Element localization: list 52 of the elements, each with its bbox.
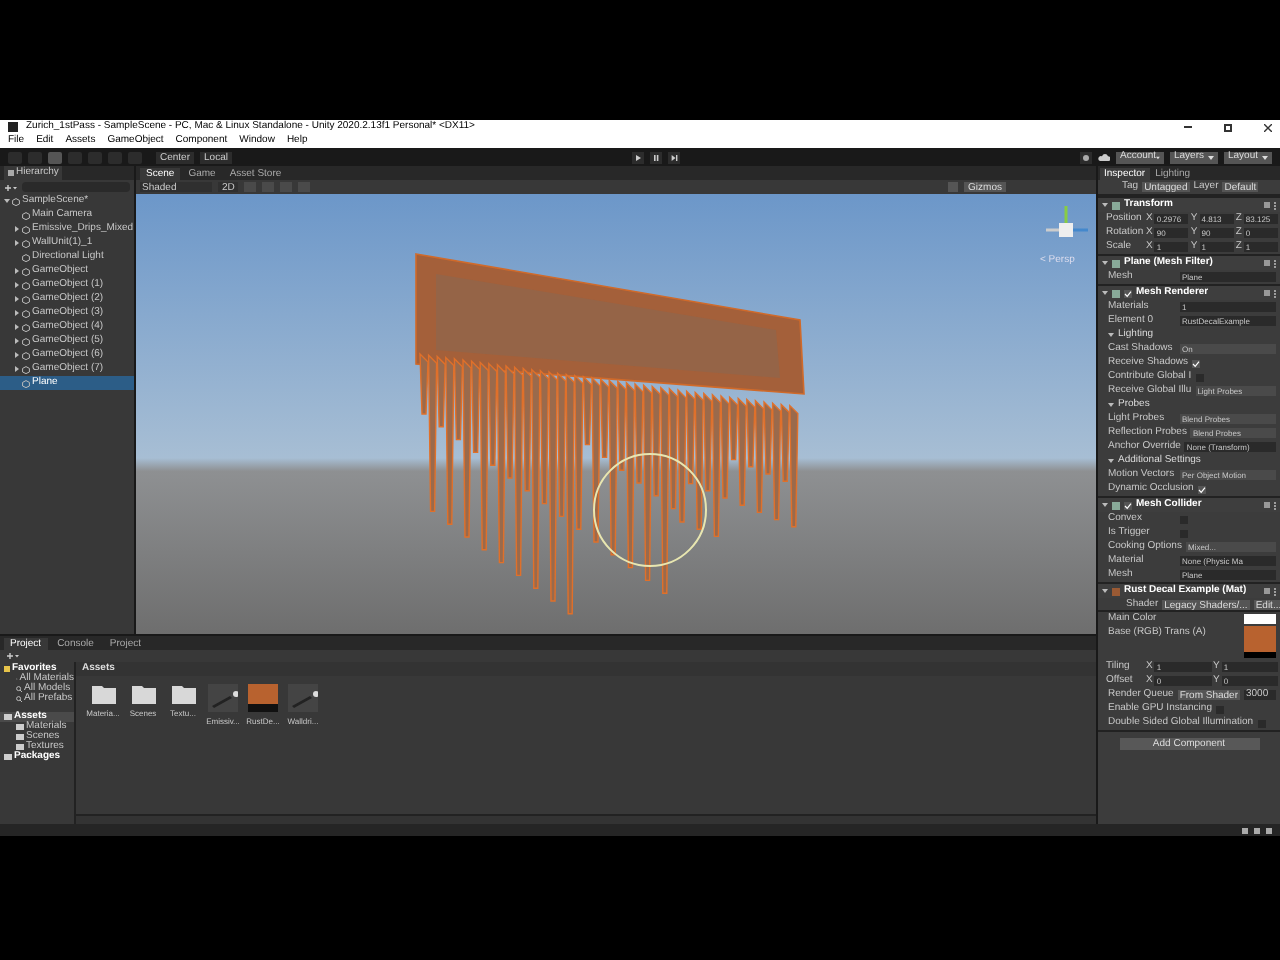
foldout-arrow-icon[interactable] (1102, 202, 1108, 208)
expand-arrow-icon[interactable] (14, 324, 20, 330)
foldout-arrow-icon[interactable] (1102, 502, 1108, 508)
close-icon[interactable] (1264, 123, 1272, 131)
expand-arrow-icon[interactable] (14, 226, 20, 232)
maximize-icon[interactable] (1224, 123, 1232, 131)
caret-icon (1156, 155, 1160, 159)
component-icon (1112, 587, 1120, 595)
enable-checkbox[interactable] (1124, 289, 1132, 297)
step-icon[interactable] (667, 151, 680, 163)
model-thumbnail[interactable] (288, 684, 318, 712)
app-logo-icon (8, 122, 18, 132)
expand-arrow-icon[interactable] (14, 338, 20, 344)
checkbox[interactable] (1192, 359, 1201, 367)
foldout-arrow-icon[interactable] (1108, 402, 1114, 408)
texture-thumbnail[interactable] (1244, 626, 1276, 658)
expand-arrow-icon[interactable] (14, 296, 20, 302)
add-button[interactable] (4, 183, 18, 191)
foldout-arrow-icon[interactable] (1102, 290, 1108, 296)
pause-icon[interactable] (649, 151, 662, 163)
material-thumbnail[interactable] (248, 684, 278, 712)
foldout-arrow-icon[interactable] (1102, 588, 1108, 594)
expand-arrow-icon[interactable] (14, 240, 20, 246)
expand-arrow-icon[interactable] (14, 366, 20, 372)
foldout-arrow-icon[interactable] (1102, 260, 1108, 266)
scene-icon (12, 197, 20, 205)
expand-arrow-icon[interactable] (14, 352, 20, 358)
folder-icon[interactable] (131, 684, 155, 704)
component-icon (1112, 201, 1120, 209)
rotate-gizmo-circle[interactable] (593, 453, 707, 567)
component-icon (1112, 501, 1120, 509)
component-icon (1112, 289, 1120, 297)
component-icon (1112, 259, 1120, 267)
model-thumbnail[interactable] (208, 684, 238, 712)
collapse-arrow-icon[interactable] (4, 198, 10, 204)
folder-icon[interactable] (171, 684, 195, 704)
folder-icon[interactable] (91, 684, 115, 704)
foldout-arrow-icon[interactable] (1108, 332, 1114, 338)
caret-icon (1208, 155, 1214, 159)
expand-arrow-icon[interactable] (14, 282, 20, 288)
enable-checkbox[interactable] (1124, 501, 1132, 509)
caret-icon (1262, 155, 1268, 159)
checkbox[interactable] (1197, 485, 1206, 493)
expand-arrow-icon[interactable] (14, 310, 20, 316)
orientation-gizmo[interactable] (1046, 206, 1088, 237)
color-swatch[interactable] (1244, 614, 1276, 624)
play-icon[interactable] (631, 151, 644, 163)
foldout-arrow-icon[interactable] (1108, 458, 1114, 464)
add-button[interactable] (6, 652, 20, 660)
cloud-icon[interactable] (1098, 151, 1110, 163)
collab-icon[interactable] (1080, 151, 1092, 163)
expand-arrow-icon[interactable] (14, 268, 20, 274)
